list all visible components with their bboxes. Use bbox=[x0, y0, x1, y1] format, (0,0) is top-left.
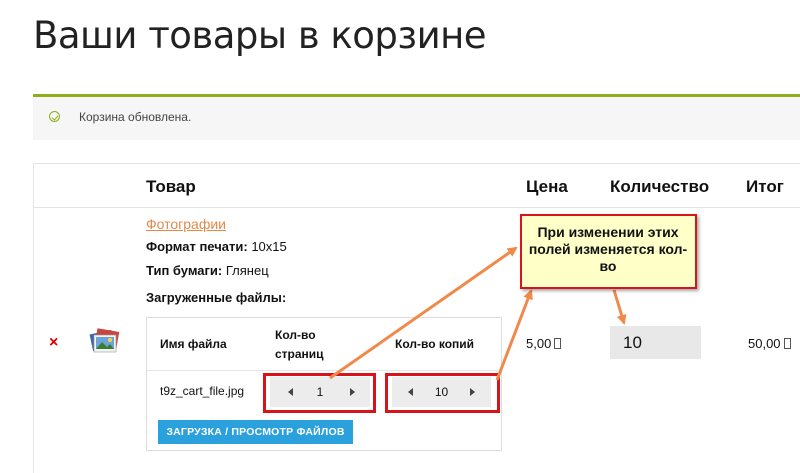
column-header-total: Итог bbox=[746, 177, 784, 196]
upload-files-button[interactable]: ЗАГРУЗКА / ПРОСМОТР ФАЙЛОВ bbox=[158, 420, 353, 444]
column-header-product: Товар bbox=[146, 177, 196, 196]
remove-item-icon[interactable]: × bbox=[49, 335, 58, 351]
annotation-text: При изменении этих полей изменяется кол-… bbox=[528, 224, 688, 274]
table-header-divider bbox=[33, 207, 800, 208]
quantity-input[interactable] bbox=[610, 326, 701, 359]
photos-thumbnail-icon[interactable] bbox=[88, 326, 122, 356]
annotation-callout: При изменении этих полей изменяется кол-… bbox=[520, 214, 697, 289]
notice-text: Корзина обновлена. bbox=[79, 110, 192, 124]
product-link[interactable]: Фотографии bbox=[146, 216, 226, 232]
files-column-name: Имя файла bbox=[160, 337, 227, 351]
copies-highlight-box bbox=[385, 373, 500, 413]
column-header-quantity: Количество bbox=[610, 177, 710, 196]
print-format-value: 10x15 bbox=[251, 239, 287, 254]
files-column-copies: Кол-во копий bbox=[395, 337, 475, 351]
column-header-price: Цена bbox=[526, 177, 568, 196]
item-price: 5,00 bbox=[526, 336, 562, 351]
total-value: 50,00 bbox=[748, 336, 781, 351]
page-title: Ваши товары в корзине bbox=[33, 14, 487, 57]
price-value: 5,00 bbox=[526, 336, 552, 351]
currency-icon bbox=[783, 338, 791, 349]
paper-type-label: Тип бумаги: bbox=[146, 263, 223, 278]
file-name: t9z_cart_file.jpg bbox=[160, 384, 245, 398]
print-format-label: Формат печати: bbox=[146, 239, 248, 254]
files-header-divider bbox=[147, 370, 501, 371]
paper-type-value: Глянец bbox=[225, 263, 269, 278]
print-format-line: Формат печати: 10x15 bbox=[146, 239, 287, 254]
uploaded-files-label: Загруженные файлы: bbox=[146, 290, 287, 305]
item-total: 50,00 bbox=[748, 336, 791, 351]
paper-type-line: Тип бумаги: Глянец bbox=[146, 263, 269, 278]
files-column-pages: Кол-во страниц bbox=[275, 328, 324, 361]
check-circle-icon bbox=[49, 111, 60, 122]
pages-highlight-box bbox=[263, 373, 376, 413]
currency-icon bbox=[554, 338, 562, 349]
cart-updated-notice: Корзина обновлена. bbox=[33, 94, 800, 140]
